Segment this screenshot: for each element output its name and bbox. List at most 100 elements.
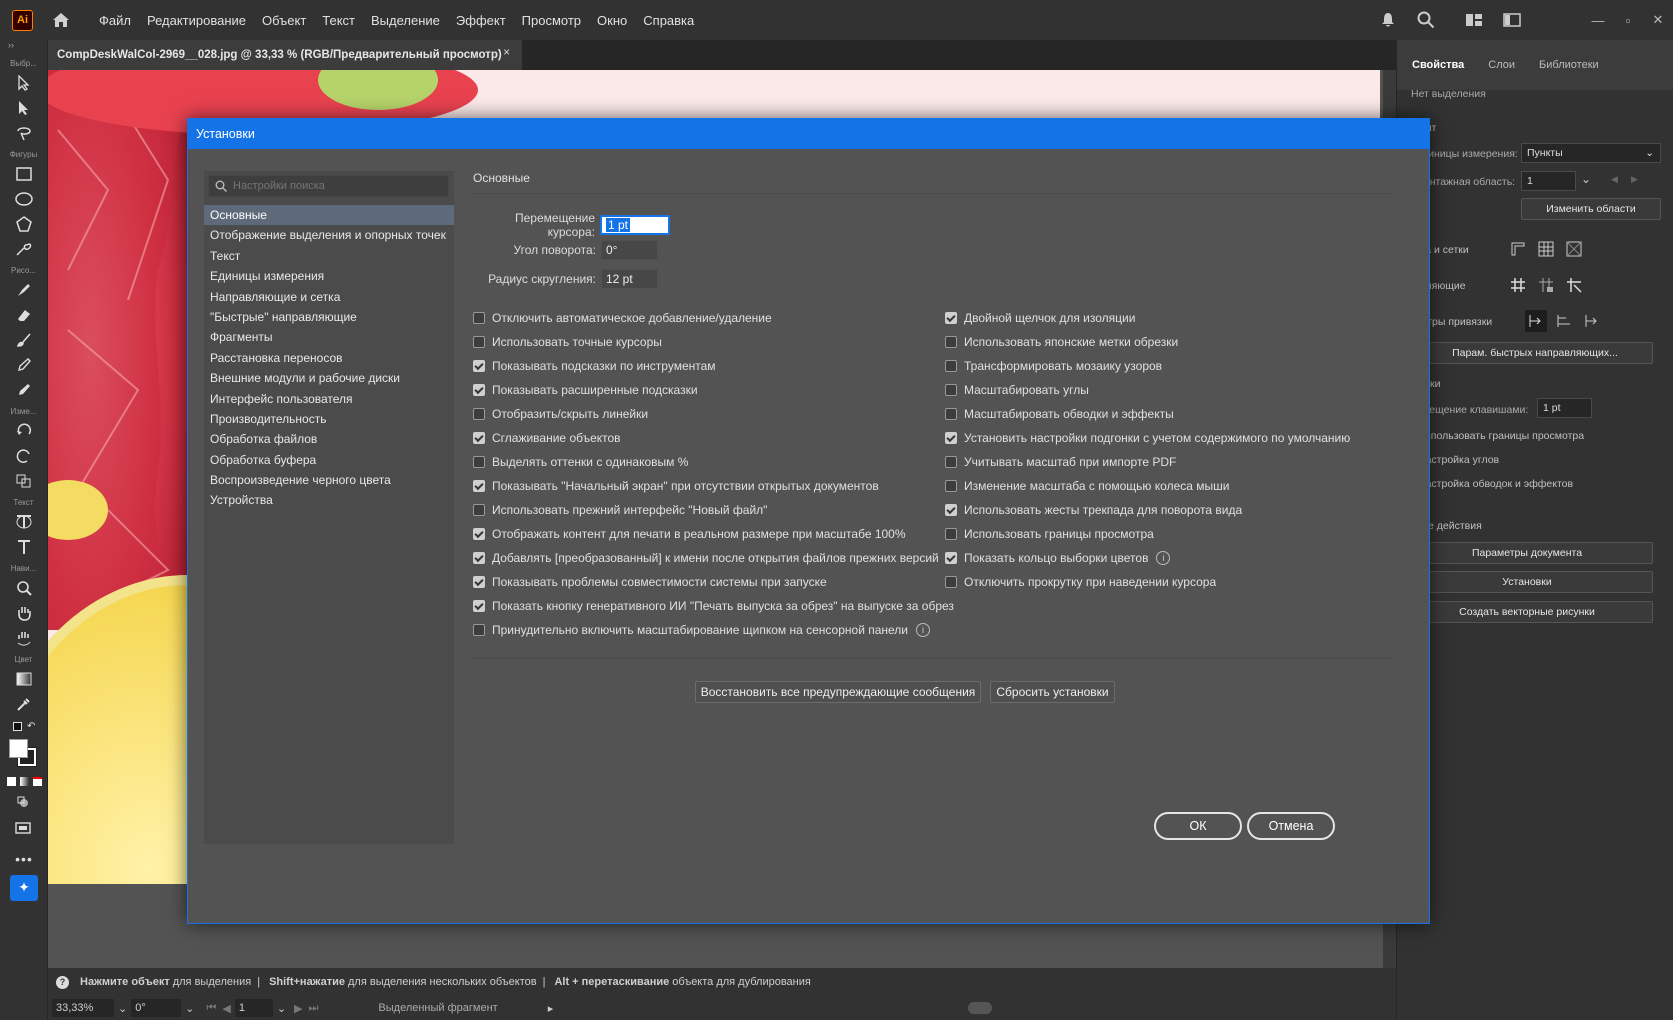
collapse-toolbar-icon[interactable]: ›› [0,40,47,54]
left-option-0[interactable]: Отключить автоматическое добавление/удал… [473,311,772,325]
gradient-mode-icon[interactable] [19,776,29,786]
checkbox-checked[interactable] [473,528,485,540]
zoom-tool-icon[interactable] [0,575,48,600]
ruler-icon[interactable] [1507,238,1529,260]
shape-builder-tool-icon[interactable] [0,468,48,493]
close-window-icon[interactable]: ✕ [1643,7,1673,33]
gradient-tool-icon[interactable] [0,666,48,691]
left-option-5[interactable]: Сглаживание объектов [473,431,621,445]
checkbox-checked[interactable] [473,480,485,492]
bell-icon[interactable] [1375,7,1401,33]
shaper-tool-icon[interactable] [0,236,48,261]
checkbox[interactable] [945,384,957,396]
right-option-9[interactable]: Использовать границы просмотра [945,527,1154,541]
rectangle-tool-icon[interactable] [0,161,48,186]
menu-item-6[interactable]: Просмотр [514,13,589,28]
nav-item-11[interactable]: Обработка файлов [204,429,454,449]
nav-item-3[interactable]: Единицы измерения [204,266,454,286]
checkbox[interactable] [945,408,957,420]
units-select[interactable]: Пункты ⌄ [1521,143,1661,163]
checkbox-checked[interactable] [945,312,957,324]
pencil-tool-icon[interactable] [0,352,48,377]
checkbox-checked[interactable] [473,360,485,372]
ok-button[interactable]: ОК [1154,812,1242,840]
nav-item-2[interactable]: Текст [204,246,454,266]
left-option-10[interactable]: Добавлять [преобразованный] к имени посл… [473,551,939,565]
menu-item-4[interactable]: Выделение [363,13,448,28]
generative-ai-icon[interactable]: ✦ [0,874,48,901]
rotate-tool-icon[interactable] [0,418,48,443]
fill-stroke-swatches[interactable] [0,736,47,772]
paintbrush-tool-icon[interactable] [0,327,48,352]
search-input[interactable] [233,180,433,192]
right-option-0[interactable]: Двойной щелчок для изоляции [945,311,1135,325]
zoom-dropdown-icon[interactable]: ⌄ [118,1002,127,1015]
ellipse-tool-icon[interactable] [0,186,48,211]
none-color-icon[interactable] [32,776,42,786]
swap-colors-icon[interactable]: ↶ [27,721,35,732]
checkbox-checked[interactable] [473,552,485,564]
checkbox[interactable] [473,312,485,324]
rotation-dropdown-icon[interactable]: ⌄ [185,1002,194,1015]
checkbox[interactable] [473,408,485,420]
menu-item-0[interactable]: Файл [91,13,139,28]
smart-guides-settings-button[interactable]: Парам. быстрых направляющих... [1417,342,1653,364]
constrain-angle-input[interactable]: 0° [601,240,658,260]
nav-item-12[interactable]: Обработка буфера [204,450,454,470]
status-menu-icon[interactable]: ▸ [548,1002,554,1015]
left-option-7[interactable]: Показывать "Начальный экран" при отсутст… [473,479,879,493]
preferences-button[interactable]: Установки [1401,571,1653,593]
menu-item-1[interactable]: Редактирование [139,13,254,28]
snap-to-point-icon[interactable] [1525,310,1547,332]
prev-artboard-icon[interactable]: ◀ [222,1002,230,1015]
type-tool-icon[interactable] [0,534,48,559]
show-guides-icon[interactable] [1507,274,1529,296]
fill-swatch[interactable] [9,739,28,758]
reset-preferences-button[interactable]: Сбросить установки [990,681,1115,703]
last-artboard-icon[interactable]: ⏭ [309,1002,319,1015]
more-tools-icon[interactable]: ••• [0,846,48,871]
search-icon[interactable] [1413,7,1439,33]
grid-icon[interactable] [1535,238,1557,260]
nav-item-10[interactable]: Производительность [204,409,454,429]
left-option-1[interactable]: Использовать точные курсоры [473,335,662,349]
direct-selection-tool-icon[interactable] [0,95,48,120]
left-option-2[interactable]: Показывать подсказки по инструментам [473,359,716,373]
checkbox[interactable] [473,624,485,636]
menu-item-2[interactable]: Объект [254,13,314,28]
artboard-select[interactable]: 1 [1521,171,1576,191]
checkbox-checked[interactable] [473,432,485,444]
search-field[interactable] [208,175,449,197]
left-option-4[interactable]: Отобразить/скрыть линейки [473,407,648,421]
nav-item-0[interactable]: Основные [204,205,454,226]
prev-icon[interactable]: ◀ [1611,174,1618,185]
home-icon[interactable] [51,10,71,30]
smart-guides-icon[interactable] [1563,274,1585,296]
rotation-field[interactable]: 0° [131,999,182,1017]
close-document-icon[interactable]: × [503,47,510,59]
nav-item-6[interactable]: Фрагменты [204,327,454,347]
checkbox[interactable] [945,528,957,540]
horizontal-scrollbar[interactable] [968,1002,992,1014]
checkbox-checked[interactable] [473,600,485,612]
left-option-13[interactable]: Принудительно включить масштабирование щ… [473,623,931,637]
right-option-3[interactable]: Масштабировать углы [945,383,1089,397]
snap-to-glyph-icon[interactable] [1581,310,1603,332]
eraser-tool-icon[interactable] [0,302,48,327]
nav-item-4[interactable]: Направляющие и сетка [204,287,454,307]
menu-item-8[interactable]: Справка [635,13,702,28]
create-vectors-button[interactable]: Создать векторные рисунки [1401,601,1653,623]
left-option-12[interactable]: Показать кнопку генеративного ИИ "Печать… [473,599,954,613]
checkbox[interactable] [945,576,957,588]
checkbox-checked[interactable] [945,432,957,444]
checkbox[interactable] [945,480,957,492]
tab-layers[interactable]: Слои [1488,59,1515,71]
lasso-tool-icon[interactable] [0,120,48,145]
hand-tool-icon[interactable] [0,600,48,625]
right-option-1[interactable]: Использовать японские метки обрезки [945,335,1178,349]
checkbox-checked[interactable] [473,384,485,396]
right-option-11[interactable]: Отключить прокрутку при наведении курсор… [945,575,1216,589]
nav-item-13[interactable]: Воспроизведение черного цвета [204,470,454,490]
nav-item-5[interactable]: "Быстрые" направляющие [204,307,454,327]
key-increment-input[interactable]: 1 pt [1537,398,1592,418]
